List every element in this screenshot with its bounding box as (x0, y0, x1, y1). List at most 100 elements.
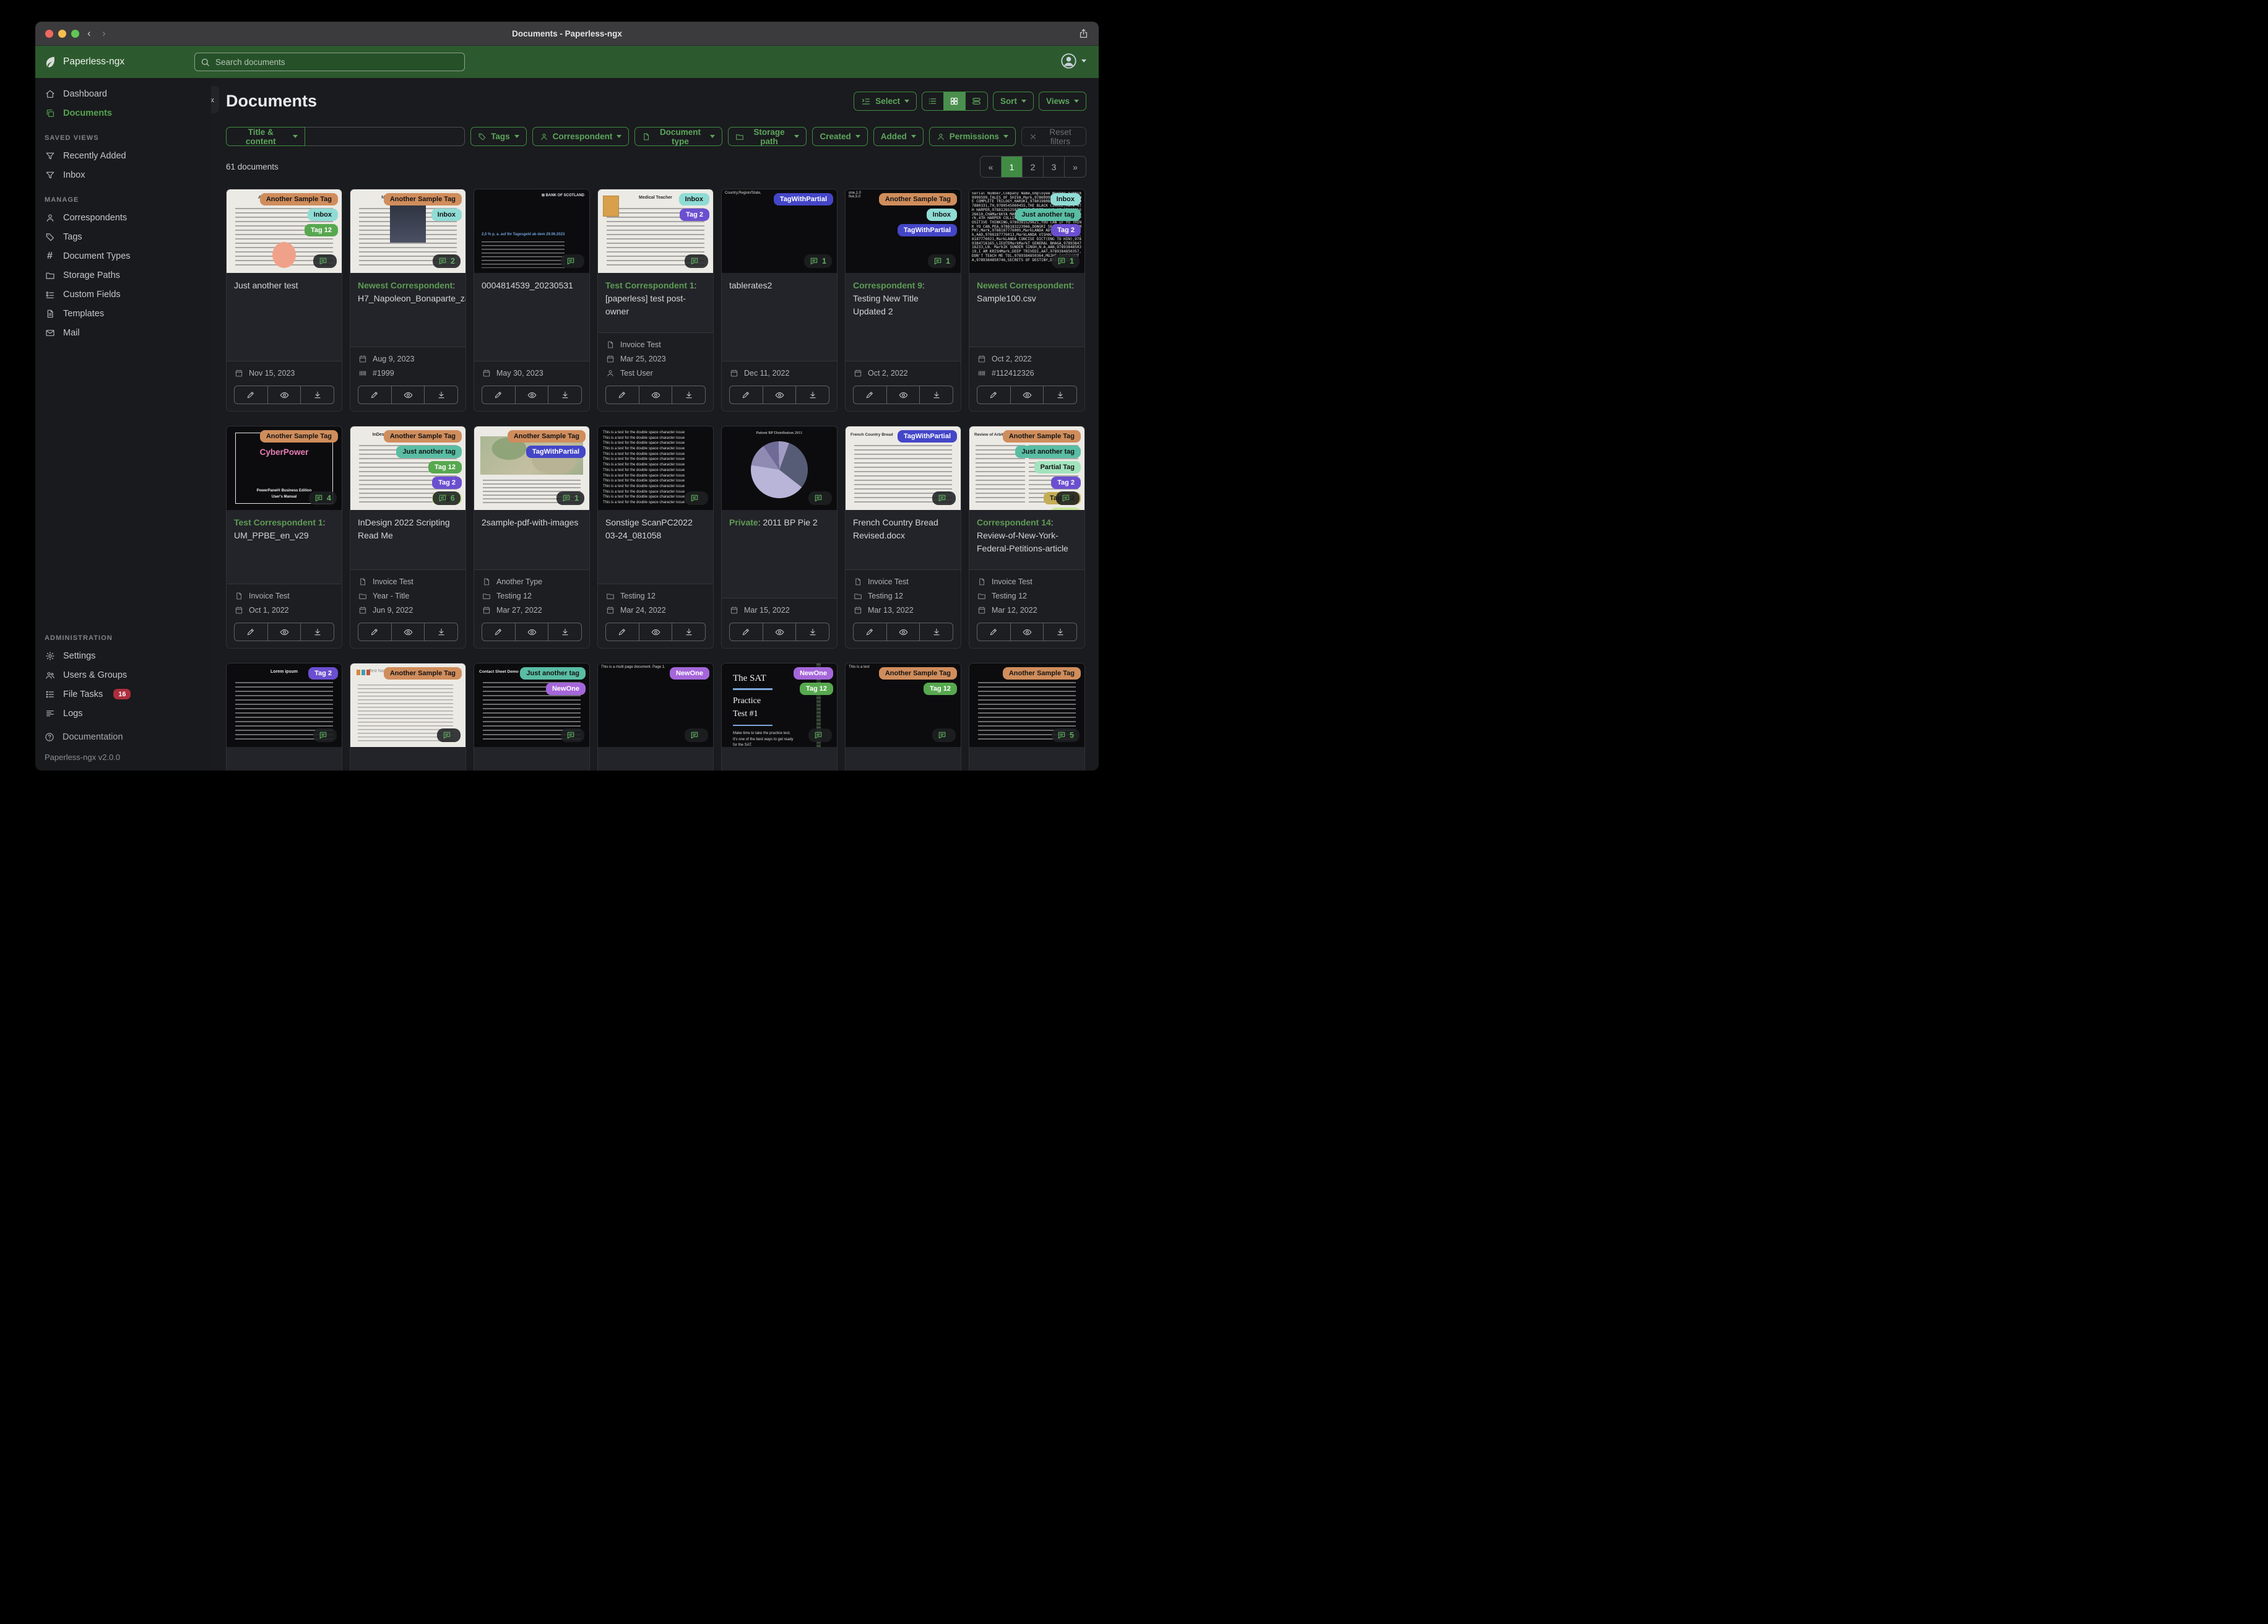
download-button[interactable] (548, 623, 581, 641)
tag-pill[interactable]: TagWithPartial (897, 224, 957, 236)
comment-count-badge[interactable]: 6 (433, 491, 461, 505)
document-card[interactable]: This is a test for the double space char… (597, 426, 714, 649)
meta-folder[interactable]: Testing 12 (853, 589, 953, 603)
comment-count-badge[interactable] (561, 254, 584, 268)
tag-pill[interactable]: Just another tag (396, 446, 462, 458)
tag-pill[interactable]: Tag 12 (304, 224, 338, 236)
download-button[interactable] (920, 623, 953, 641)
document-title[interactable] (722, 747, 837, 771)
document-thumbnail[interactable]: Country,Region/State, TagWithPartial 1 (722, 189, 837, 273)
document-title[interactable]: Private: 2011 BP Pie 2 (722, 510, 837, 598)
sidebar-item-recently-added[interactable]: Recently Added (35, 146, 211, 165)
document-thumbnail[interactable]: Serial Number,Company Name,Employee Mark… (969, 189, 1084, 273)
comment-count-badge[interactable] (808, 491, 832, 505)
download-button[interactable] (1044, 386, 1076, 404)
tag-pill[interactable]: NewOne (545, 683, 586, 695)
document-card[interactable]: Patient BP Distribution 2011 Private: 20… (721, 426, 838, 649)
grid-view-button[interactable] (943, 92, 966, 110)
tag-pill[interactable]: Tag 2 (1051, 477, 1081, 489)
filter-added-button[interactable]: Added (873, 127, 924, 146)
document-card[interactable]: ⊞ BANK OF SCOTLAND 2,0 % p. a. auf Ihr Ta… (474, 189, 590, 412)
view-button[interactable] (516, 623, 549, 641)
document-thumbnail[interactable]: one,1.0 five,5.0 Another Sample Tag Inbox… (846, 189, 961, 273)
tag-pill[interactable]: Another Sample Tag (878, 667, 957, 680)
tag-pill[interactable]: TagWithPartial (526, 446, 586, 458)
download-button[interactable] (672, 623, 705, 641)
document-card[interactable]: Serial Number,Company Name,Employee Mark… (969, 189, 1085, 412)
tag-pill[interactable]: Tag 3 (1051, 508, 1081, 510)
document-title[interactable] (474, 747, 589, 771)
sidebar-item-documents[interactable]: Documents (35, 103, 211, 123)
document-card[interactable]: Another Sample Tag TagWithPartial 1 2samp… (474, 426, 590, 649)
view-button[interactable] (392, 623, 425, 641)
tag-pill[interactable]: Tag 12 (428, 461, 462, 473)
document-title[interactable]: Correspondent 14: Review-of-New-York-Fed… (969, 510, 1084, 570)
tag-pill[interactable]: Another Sample Tag (1002, 667, 1081, 680)
page-3-button[interactable]: 3 (1044, 157, 1065, 177)
tag-pill[interactable]: Inbox (926, 209, 957, 221)
edit-button[interactable] (730, 623, 763, 641)
tag-pill[interactable]: Tag 12 (923, 683, 957, 695)
document-thumbnail[interactable]: French Country Bread TagWithPartial (846, 426, 961, 510)
meta-file[interactable]: Invoice Test (234, 589, 334, 603)
document-card[interactable]: This is a multi page document. Page 1. N… (597, 663, 714, 771)
detail-view-button[interactable] (966, 92, 987, 110)
tag-pill[interactable]: Inbox (431, 209, 462, 221)
view-button[interactable] (639, 386, 673, 404)
filter-storage-path-button[interactable]: Storage path (727, 127, 807, 146)
download-button[interactable] (425, 386, 457, 404)
tag-pill[interactable]: Inbox (678, 193, 709, 205)
tag-pill[interactable]: Partial Tag (1034, 461, 1081, 473)
view-button[interactable] (1011, 623, 1044, 641)
title-content-dropdown[interactable]: Title & content (226, 127, 305, 146)
document-title[interactable]: Test Correspondent 1: UM_PPBE_en_v29 (227, 510, 342, 584)
tag-pill[interactable]: Inbox (307, 209, 338, 221)
user-menu[interactable] (1060, 53, 1086, 69)
document-thumbnail[interactable]: Review of Arbitral Awards Another Sample… (969, 426, 1084, 510)
comment-count-badge[interactable]: 5 (1052, 728, 1080, 742)
document-card[interactable]: Review of Arbitral Awards Another Sample… (969, 426, 1085, 649)
meta-file[interactable]: Invoice Test (853, 574, 953, 589)
comment-count-badge[interactable] (685, 728, 708, 742)
edit-button[interactable] (606, 386, 639, 404)
tag-pill[interactable]: Another Sample Tag (507, 430, 586, 443)
meta-folder[interactable]: Testing 12 (977, 589, 1077, 603)
close-button[interactable] (45, 29, 53, 38)
meta-folder[interactable]: Year - Title (358, 589, 458, 603)
document-thumbnail[interactable]: This is a multi page document. Page 1. N… (598, 663, 713, 747)
document-title[interactable]: 2sample-pdf-with-images (474, 510, 589, 570)
document-thumbnail[interactable]: Contact Sheet Demo Just another tag NewOn… (474, 663, 589, 747)
comment-count-badge[interactable] (313, 254, 337, 268)
tag-pill[interactable]: Tag 2 (1051, 224, 1081, 236)
comment-count-badge[interactable] (313, 728, 337, 742)
document-title[interactable]: Newest Correspondent: H7_Napoleon_Bonapa… (350, 273, 465, 347)
zoom-button[interactable] (71, 29, 79, 38)
sidebar-item-tags[interactable]: Tags (35, 227, 211, 246)
document-thumbnail[interactable]: CyberPower PowerPanel® Business Edition U… (227, 426, 342, 510)
tag-pill[interactable]: TagWithPartial (897, 430, 957, 443)
download-button[interactable] (920, 386, 953, 404)
search-input[interactable] (214, 56, 459, 67)
download-button[interactable] (796, 623, 829, 641)
edit-button[interactable] (854, 386, 887, 404)
download-button[interactable] (1044, 623, 1076, 641)
edit-button[interactable] (235, 386, 268, 404)
document-title[interactable]: Test Correspondent 1: [paperless] test p… (598, 273, 713, 333)
meta-file[interactable]: Invoice Test (605, 337, 706, 352)
meta-folder[interactable]: Testing 12 (482, 589, 582, 603)
sidebar-item-file-tasks[interactable]: File Tasks 16 (35, 685, 211, 704)
meta-folder[interactable]: Testing 12 (605, 589, 706, 603)
document-title[interactable]: InDesign 2022 Scripting Read Me (350, 510, 465, 570)
document-thumbnail[interactable]: Test NameTest Name Another Sample Tag (350, 663, 465, 747)
document-card[interactable]: NAPOLEON BONAPARTE Another Sample TagInb… (350, 189, 466, 412)
tag-pill[interactable]: Another Sample Tag (878, 193, 957, 205)
tag-pill[interactable]: Another Sample Tag (259, 193, 338, 205)
sidebar-item-inbox[interactable]: Inbox (35, 165, 211, 184)
filter-permissions-button[interactable]: Permissions (928, 127, 1016, 146)
filter-correspondent-button[interactable]: Correspondent (532, 127, 630, 146)
document-thumbnail[interactable]: This is a test Another Sample Tag Tag 12 (846, 663, 961, 747)
document-card[interactable]: The SAT Practice Test #1 Make time to take… (721, 663, 838, 771)
comment-count-badge[interactable]: 1 (556, 491, 584, 505)
document-title[interactable]: Sonstige ScanPC2022 03-24_081058 (598, 510, 713, 584)
meta-file[interactable]: Another Type (482, 574, 582, 589)
